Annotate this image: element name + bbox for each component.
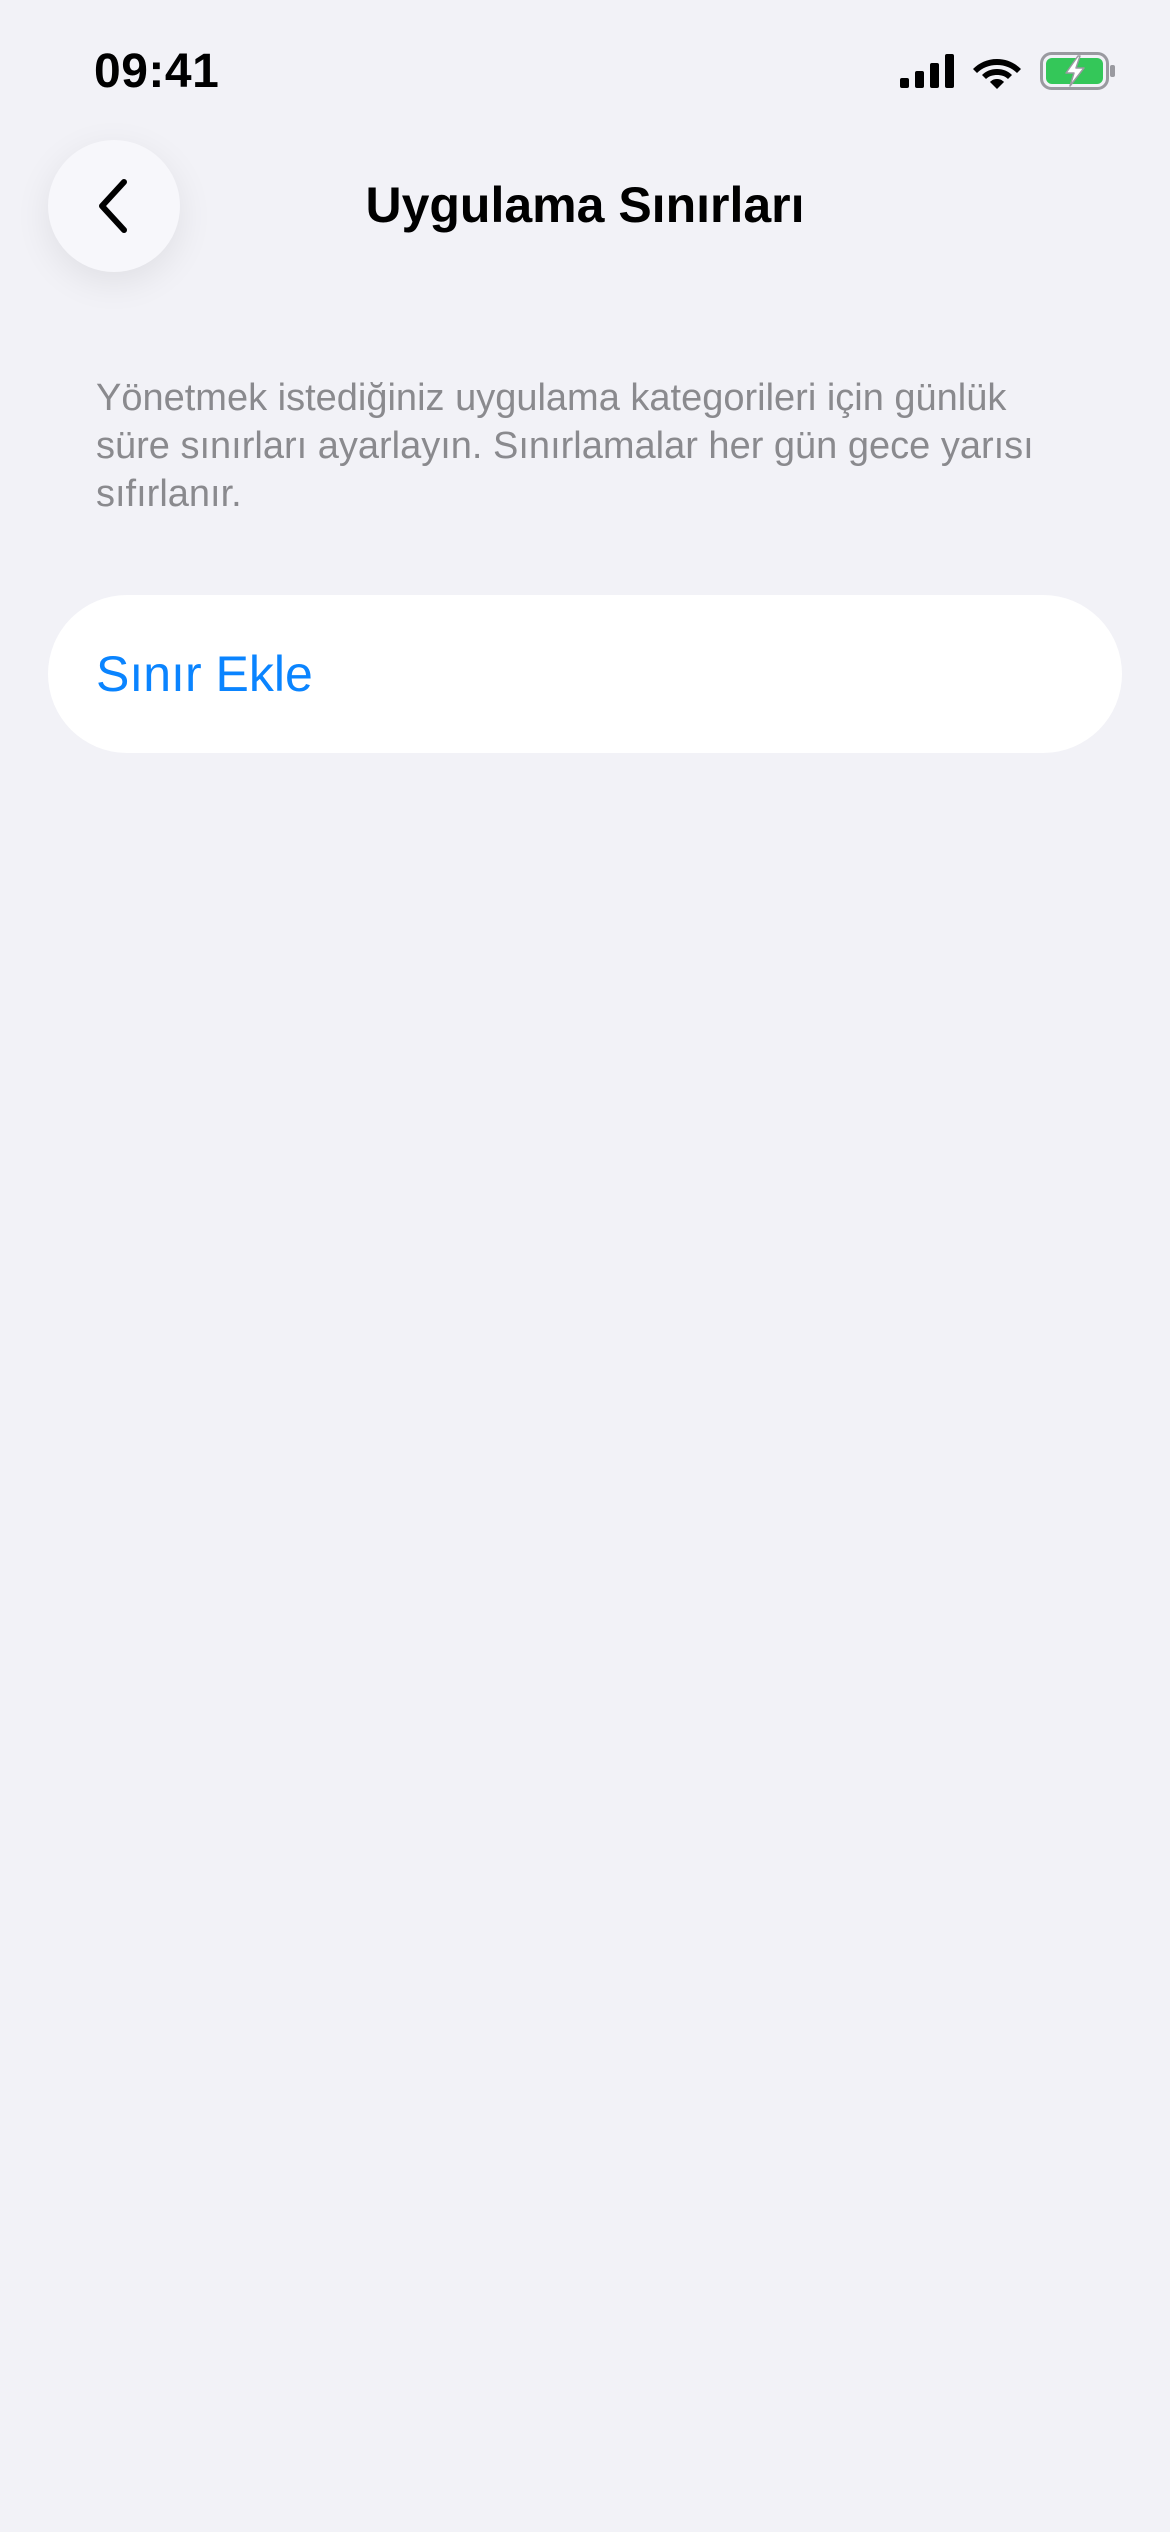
- wifi-icon: [973, 59, 1021, 89]
- battery-charging-icon: [1040, 52, 1115, 90]
- description-text: Yönetmek istediğiniz uygulama kategorile…: [96, 377, 1034, 515]
- add-limit-button[interactable]: Sınır Ekle: [48, 595, 1122, 753]
- status-icons: [900, 52, 1116, 90]
- cellular-signal-icon: [900, 54, 954, 88]
- status-time: 09:41: [94, 45, 220, 98]
- add-limit-label: Sınır Ekle: [96, 646, 313, 702]
- page-title: Uygulama Sınırları: [365, 177, 805, 233]
- status-bar: 09:41: [0, 0, 1170, 140]
